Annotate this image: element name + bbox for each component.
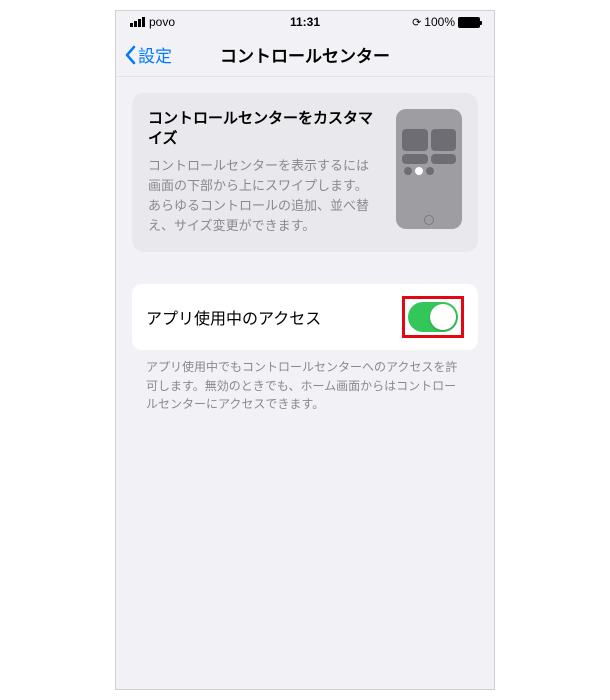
content-area: コントロールセンターをカスタマイズ コントロールセンターを表示するには画面の下部… (116, 77, 494, 414)
phone-frame: povo 11:31 ⟳ 100% 設定 コントロールセンター コントロールセン… (115, 10, 495, 690)
clock: 11:31 (290, 15, 320, 29)
battery-percent: 100% (424, 15, 455, 29)
back-label: 設定 (138, 42, 172, 67)
control-center-illustration-icon (396, 109, 462, 229)
signal-strength-icon (130, 17, 145, 27)
info-text: コントロールセンターをカスタマイズ コントロールセンターを表示するには画面の下部… (148, 109, 380, 236)
nav-bar: 設定 コントロールセンター (116, 33, 494, 77)
setting-footer-note: アプリ使用中でもコントロールセンターへのアクセスを許可します。無効のときでも、ホ… (132, 350, 478, 414)
access-within-apps-cell: アプリ使用中のアクセス (132, 284, 478, 350)
setting-label: アプリ使用中のアクセス (146, 305, 321, 329)
access-within-apps-toggle[interactable] (408, 302, 458, 332)
carrier-label: povo (149, 15, 175, 29)
chevron-left-icon (124, 45, 136, 65)
info-title: コントロールセンターをカスタマイズ (148, 109, 380, 150)
back-button[interactable]: 設定 (116, 42, 172, 67)
status-bar: povo 11:31 ⟳ 100% (116, 11, 494, 33)
switch-knob-icon (430, 304, 456, 330)
status-left: povo (130, 15, 175, 29)
battery-icon (458, 17, 480, 28)
highlight-box (402, 296, 464, 338)
customize-info-card: コントロールセンターをカスタマイズ コントロールセンターを表示するには画面の下部… (132, 93, 478, 252)
orientation-lock-icon: ⟳ (412, 16, 421, 29)
info-description: コントロールセンターを表示するには画面の下部から上にスワイプします。あらゆるコン… (148, 156, 380, 237)
page-title: コントロールセンター (220, 42, 390, 67)
status-right: ⟳ 100% (412, 15, 480, 29)
